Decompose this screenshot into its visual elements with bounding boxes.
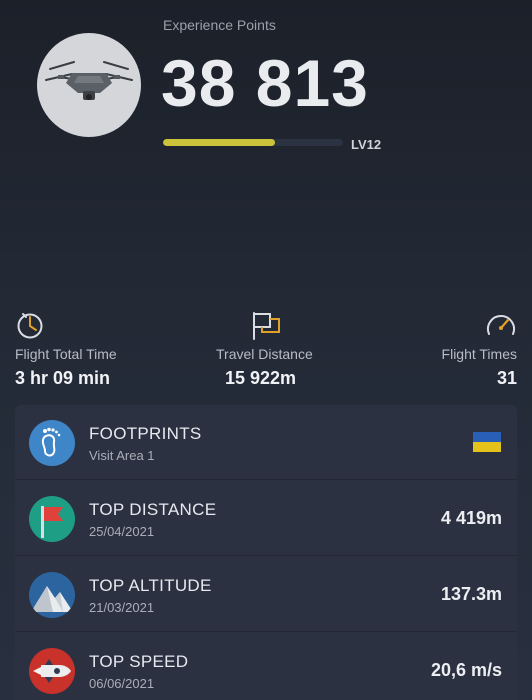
stat-value: 3 hr 09 min [15,368,111,388]
stat-label: Flight Total Time [15,346,117,362]
stat-value: 31 [496,368,517,388]
record-subtitle: Visit Area 1 [89,448,155,463]
xp-value: 38 813 [161,46,369,120]
record-row-top-speed[interactable]: TOP SPEED 06/06/2021 20,6 m/s [15,633,517,700]
record-title: TOP DISTANCE [89,500,217,519]
stat-value: 15 922m [225,368,297,388]
record-value: 20,6 m/s [430,660,502,680]
stat-flight-times: Flight Times 31 [442,308,517,389]
red-flag-icon [41,506,63,538]
stat-label: Flight Times [441,346,517,362]
records-card: FOOTPRINTS Visit Area 1 TOP DISTANCE 25/… [15,405,517,700]
level-label: LV12 [351,137,382,152]
record-row-top-distance[interactable]: TOP DISTANCE 25/04/2021 4 419m [15,481,517,556]
badge [29,420,75,466]
record-title: TOP ALTITUDE [89,576,212,595]
record-row-footprints[interactable]: FOOTPRINTS Visit Area 1 [15,405,517,480]
badge [29,496,75,542]
rocket-icon [33,659,71,683]
stat-travel-distance: Travel Distance 15 922m [216,308,316,389]
ukraine-flag-icon [473,432,501,452]
record-subtitle: 21/03/2021 [89,600,155,615]
record-subtitle: 06/06/2021 [89,676,155,691]
record-title: FOOTPRINTS [89,424,202,443]
record-title: TOP SPEED [89,652,189,671]
badge [29,572,75,618]
flag-outline-icon [253,312,280,340]
record-value: 137.3m [440,584,502,604]
drone-icon [45,61,133,100]
badge [29,648,75,694]
speedometer-icon [487,315,515,335]
record-subtitle: 25/04/2021 [89,524,155,539]
footprint-icon [41,427,61,457]
level-progress-bar [163,139,343,146]
record-value: 4 419m [440,508,502,528]
stat-flight-total-time: Flight Total Time 3 hr 09 min [15,308,117,389]
stopwatch-icon [17,313,43,339]
record-row-top-altitude[interactable]: TOP ALTITUDE 21/03/2021 137.3m [15,557,517,632]
level-progress-fill [163,139,275,146]
stat-label: Travel Distance [216,346,313,362]
drone-avatar [37,33,141,137]
mountain-icon [31,586,73,612]
xp-label: Experience Points [163,17,276,33]
